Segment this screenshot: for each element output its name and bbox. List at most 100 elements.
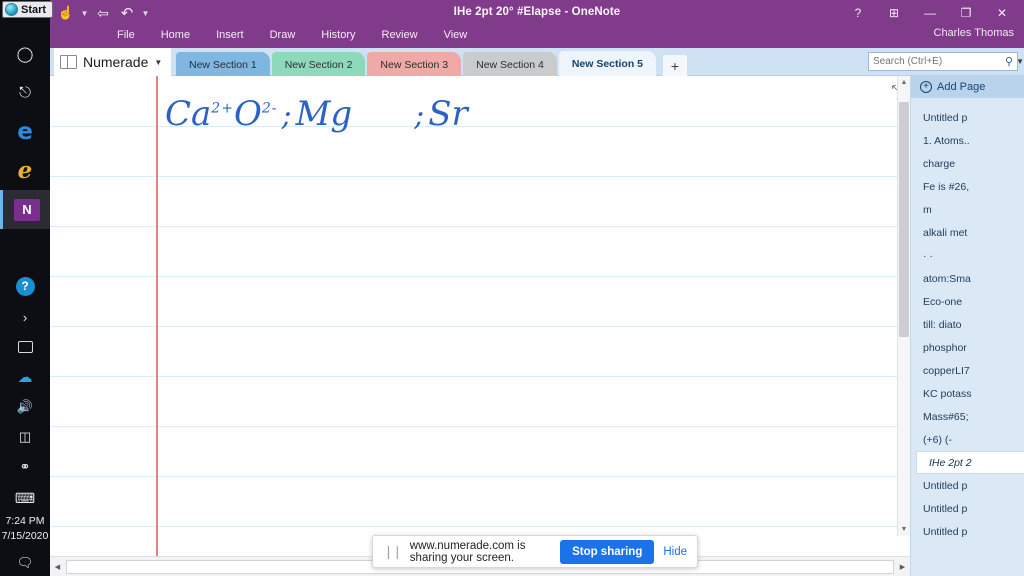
sharing-message: www.numerade.com is sharing your screen. — [409, 539, 526, 564]
page-list-item[interactable]: · · — [911, 244, 1024, 267]
screen-share-tray-icon[interactable] — [0, 332, 50, 362]
search-chevron-down-icon[interactable]: ▼ — [1016, 57, 1024, 66]
taskbar-clock-date[interactable]: 7/15/2020 — [0, 529, 50, 544]
ink-ca: Ca — [165, 94, 212, 134]
note-page-canvas[interactable]: Ca2+O2-;Mg;Sr ⤡ ▲ ▼ — [50, 76, 910, 556]
onedrive-icon[interactable]: ☁ — [0, 362, 50, 392]
scroll-up-icon[interactable]: ▲ — [898, 76, 910, 89]
page-vertical-scrollbar[interactable]: ▲ ▼ — [897, 76, 910, 536]
close-button[interactable]: ✕ — [984, 2, 1020, 24]
scroll-down-icon[interactable]: ▼ — [898, 523, 910, 536]
section-tab-5[interactable]: New Section 5 — [558, 51, 657, 77]
chevron-down-icon: ▼ — [154, 57, 163, 67]
start-orb-icon — [5, 3, 18, 16]
taskbar-clock-time[interactable]: 7:24 PM — [0, 514, 50, 529]
battery-icon[interactable]: ◫ — [0, 422, 50, 452]
help-button[interactable]: ? — [840, 2, 876, 24]
page-list-item[interactable]: KC potass — [911, 382, 1024, 405]
search-input[interactable] — [873, 56, 1005, 67]
page-list-item[interactable]: till: diato — [911, 313, 1024, 336]
ink-ca-charge: 2+ — [211, 100, 234, 117]
notebook-name: Numerade — [83, 54, 149, 70]
onenote-icon[interactable]: N — [0, 190, 50, 229]
ribbon-tab-home[interactable]: Home — [148, 27, 203, 43]
page-list-item[interactable]: (+6) (- — [911, 428, 1024, 451]
account-name[interactable]: Charles Thomas — [934, 27, 1015, 39]
add-section-button[interactable]: + — [662, 54, 689, 77]
window-body: Ca2+O2-;Mg;Sr ⤡ ▲ ▼ ◀ ▶ + Add Page — [50, 76, 1024, 576]
cortana-icon[interactable]: ◯ — [0, 34, 50, 73]
onenote-window: ☝ ▼ ⇦ ↶ ▼ IHe 2pt 20° #Elapse - OneNote … — [50, 0, 1024, 576]
scroll-left-icon[interactable]: ◀ — [50, 557, 65, 576]
notebook-selector[interactable]: Numerade ▼ — [54, 48, 172, 76]
action-center-icon[interactable]: 🗨 — [0, 550, 50, 576]
page-list-sidebar: + Add Page Untitled p 1. Atoms.. charge … — [910, 76, 1024, 576]
page-list-item[interactable]: Untitled p — [911, 497, 1024, 520]
page-list-item-selected[interactable]: IHe 2pt 2 — [916, 451, 1024, 474]
ink-separator-1: ; — [281, 98, 292, 133]
section-tab-bar: Numerade ▼ New Section 1 New Section 2 N… — [50, 48, 1024, 77]
window-controls: ? ⊞ — ❐ ✕ — [840, 2, 1020, 24]
onenote-tile: N — [13, 198, 40, 221]
volume-icon[interactable]: 🔊 — [0, 392, 50, 422]
notebook-icon — [60, 55, 77, 69]
ink-sr: Sr — [428, 94, 468, 134]
touch-keyboard-icon[interactable]: ⌨ — [0, 482, 50, 514]
start-button[interactable]: Start — [2, 1, 54, 18]
page-list-item[interactable]: Fe is #26, — [911, 175, 1024, 198]
page-list-item[interactable]: Untitled p — [911, 474, 1024, 497]
ribbon-tab-draw[interactable]: Draw — [257, 27, 309, 43]
task-view-icon[interactable]: ⎋ — [0, 73, 50, 112]
ribbon-tab-file[interactable]: File — [110, 27, 148, 43]
scroll-right-icon[interactable]: ▶ — [895, 557, 910, 576]
edge-legacy-icon[interactable]: e — [0, 151, 50, 190]
page-list-item[interactable]: Untitled p — [911, 520, 1024, 543]
page-list-item[interactable]: phosphor — [911, 336, 1024, 359]
drag-handle-icon[interactable]: ❘❘ — [383, 544, 403, 560]
add-page-label: Add Page — [937, 81, 986, 93]
vertical-scroll-thumb[interactable] — [899, 102, 909, 337]
ink-separator-2: ; — [414, 98, 425, 133]
ink-o-charge: 2- — [261, 100, 278, 117]
margin-rule-line — [156, 76, 158, 556]
search-box[interactable]: ⚲ ▼ — [868, 52, 1024, 71]
stop-sharing-button[interactable]: Stop sharing — [560, 539, 655, 564]
start-label: Start — [21, 3, 47, 16]
section-tab-3[interactable]: New Section 3 — [367, 52, 462, 77]
screen-sharing-bar: ❘❘ www.numerade.com is sharing your scre… — [372, 535, 698, 568]
ribbon-tab-review[interactable]: Review — [369, 27, 431, 43]
search-icon[interactable]: ⚲ — [1005, 55, 1013, 68]
show-hidden-icons-chevron[interactable]: › — [0, 302, 50, 332]
page-list-item[interactable]: charge — [911, 152, 1024, 175]
page-list-item[interactable]: m — [911, 198, 1024, 221]
ink-mg: Mg — [295, 94, 353, 134]
ribbon-tab-history[interactable]: History — [308, 27, 368, 43]
help-icon[interactable]: ? — [0, 270, 50, 302]
section-tabs: New Section 1 New Section 2 New Section … — [176, 51, 689, 77]
page-list-item[interactable]: 1. Atoms.. — [911, 129, 1024, 152]
edge-chromium-icon[interactable]: e — [0, 112, 50, 151]
ribbon-display-options-button[interactable]: ⊞ — [876, 2, 912, 24]
ribbon-tab-insert[interactable]: Insert — [203, 27, 257, 43]
title-bar: ☝ ▼ ⇦ ↶ ▼ IHe 2pt 20° #Elapse - OneNote … — [50, 0, 1024, 48]
page-list-item[interactable]: atom:Sma — [911, 267, 1024, 290]
screen: ◯ ⎋ e e N ? › ☁ 🔊 ◫ ⚭ ⌨ 7:24 PM 7/15/202… — [0, 0, 1024, 576]
section-tab-2[interactable]: New Section 2 — [271, 52, 366, 77]
network-icon[interactable]: ⚭ — [0, 452, 50, 482]
restore-button[interactable]: ❐ — [948, 2, 984, 24]
page-list-item[interactable]: alkali met — [911, 221, 1024, 244]
page-list-item[interactable]: Eco-one — [911, 290, 1024, 313]
page-list-item[interactable]: copperLI7 — [911, 359, 1024, 382]
ink-o: O — [233, 94, 262, 134]
section-tab-1[interactable]: New Section 1 — [176, 52, 270, 77]
minimize-button[interactable]: — — [912, 2, 948, 24]
ribbon-tab-view[interactable]: View — [431, 27, 481, 43]
page-list-item[interactable]: Mass#65; — [911, 405, 1024, 428]
plus-icon: + — [920, 81, 932, 93]
handwritten-ink-note[interactable]: Ca2+O2-; Mg; Sr — [165, 94, 468, 134]
ribbon-tabs: File Home Insert Draw History Review Vie… — [110, 27, 480, 43]
page-list-item[interactable]: Untitled p — [911, 106, 1024, 129]
add-page-button[interactable]: + Add Page — [911, 76, 1024, 98]
hide-sharing-button[interactable]: Hide — [663, 546, 687, 558]
section-tab-4[interactable]: New Section 4 — [463, 52, 557, 77]
